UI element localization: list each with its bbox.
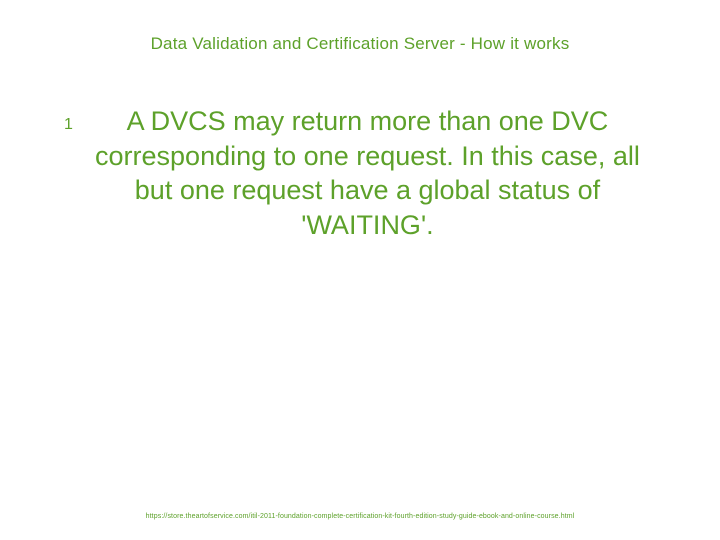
slide-title: Data Validation and Certification Server… bbox=[0, 34, 720, 54]
slide: Data Validation and Certification Server… bbox=[0, 0, 720, 540]
bullet-text: A DVCS may return more than one DVC corr… bbox=[79, 104, 656, 242]
bullet-item: 1 A DVCS may return more than one DVC co… bbox=[64, 104, 656, 242]
slide-body: 1 A DVCS may return more than one DVC co… bbox=[64, 104, 656, 242]
footer-url: https://store.theartofservice.com/itil-2… bbox=[0, 513, 720, 520]
bullet-number: 1 bbox=[64, 108, 73, 142]
